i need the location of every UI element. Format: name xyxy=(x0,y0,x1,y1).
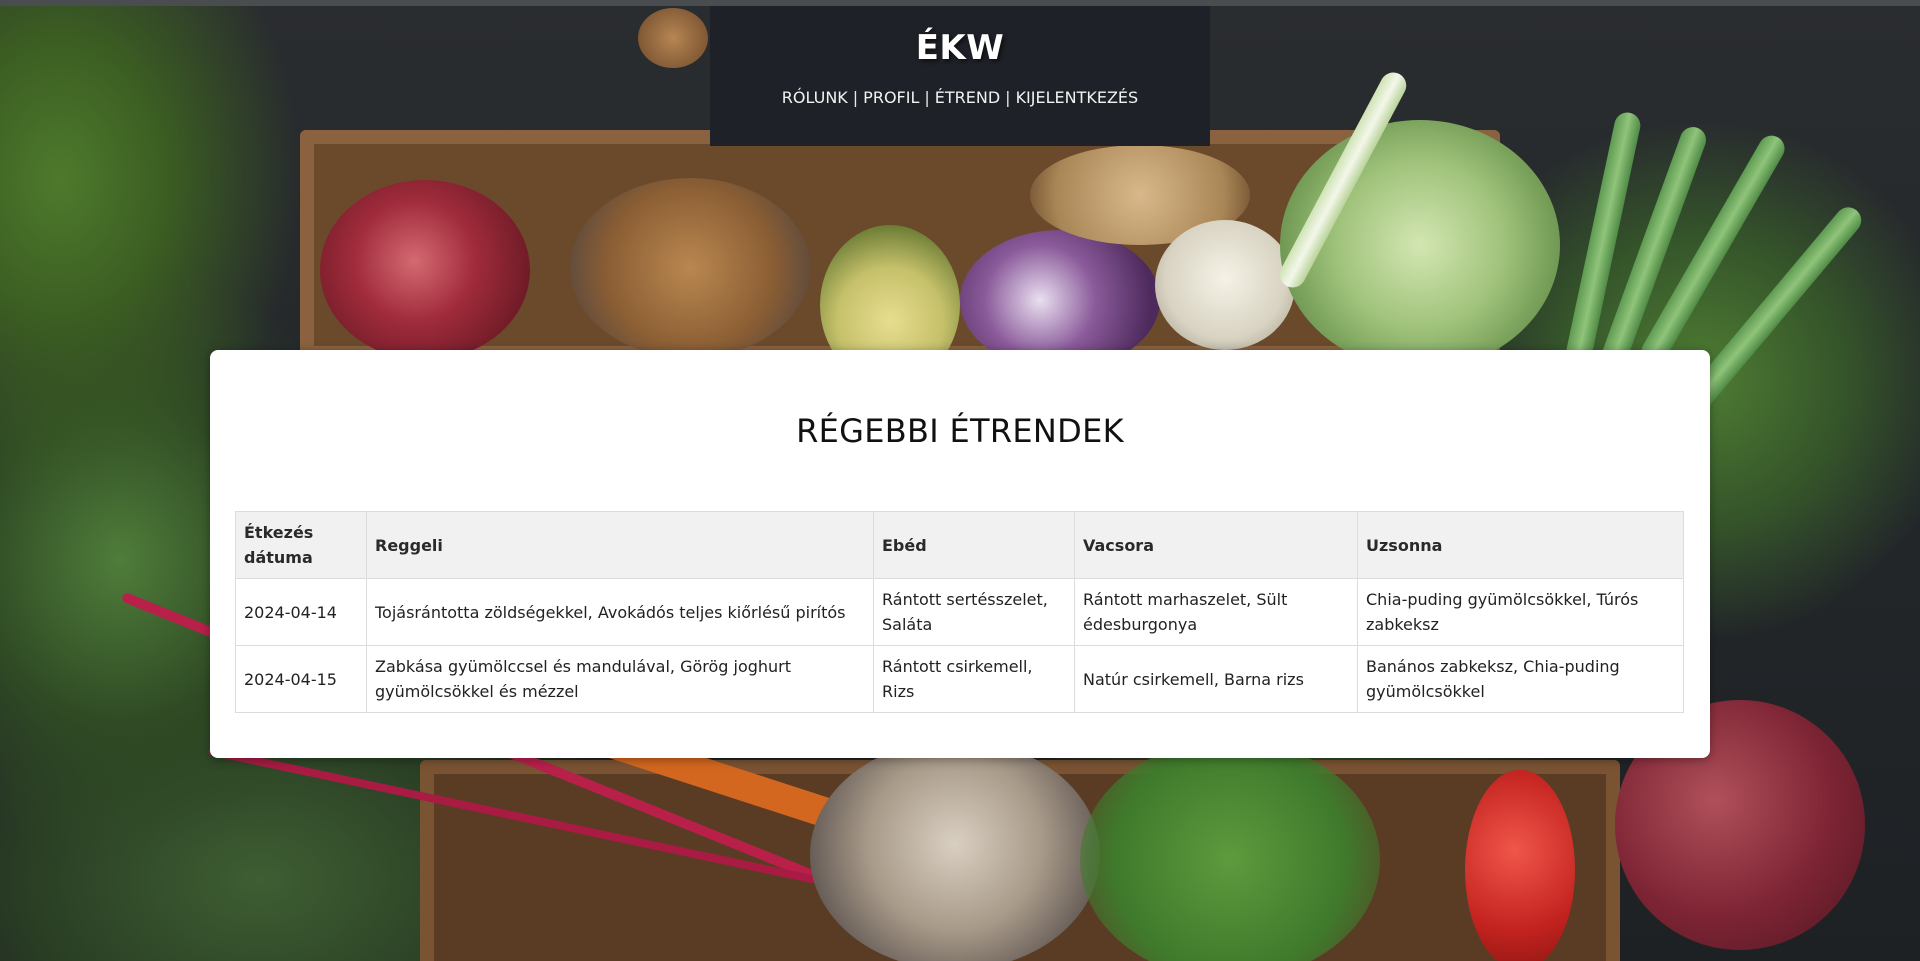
meal-plans-table: Étkezés dátuma Reggeli Ebéd Vacsora Uzso… xyxy=(235,511,1684,713)
cell-snack: Chia-puding gyümölcsökkel, Túrós zabkeks… xyxy=(1357,578,1684,646)
column-header-breakfast: Reggeli xyxy=(366,511,874,579)
page-title: RÉGEBBI ÉTRENDEK xyxy=(796,412,1124,450)
nav-link-rolunk[interactable]: RÓLUNK xyxy=(782,88,848,107)
cell-breakfast: Tojásrántotta zöldségekkel, Avokádós tel… xyxy=(366,578,874,646)
site-logo[interactable]: ÉKW xyxy=(710,28,1210,68)
table-row: 2024-04-14 Tojásrántotta zöldségekkel, A… xyxy=(235,578,1684,646)
cell-dinner: Natúr csirkemell, Barna rizs xyxy=(1074,645,1358,713)
table-row: 2024-04-15 Zabkása gyümölccsel és mandul… xyxy=(235,645,1684,713)
pomegranate-half xyxy=(320,180,530,360)
nav-link-kijelentkezes[interactable]: KIJELENTKEZÉS xyxy=(1016,88,1139,107)
previous-meal-plans-card: RÉGEBBI ÉTRENDEK Étkezés dátuma Reggeli … xyxy=(210,350,1710,758)
column-header-snack: Uzsonna xyxy=(1357,511,1684,579)
nav-separator: | xyxy=(924,88,930,107)
nav-separator: | xyxy=(1005,88,1011,107)
red-cabbage xyxy=(960,230,1160,370)
column-header-lunch: Ebéd xyxy=(873,511,1075,579)
cell-date: 2024-04-14 xyxy=(235,578,367,646)
garlic-bulb xyxy=(1155,220,1295,350)
nav-separator: | xyxy=(852,88,859,107)
site-header: ÉKW RÓLUNK | PROFIL | ÉTREND | KIJELENTKEZÉS xyxy=(710,6,1210,146)
column-header-dinner: Vacsora xyxy=(1074,511,1358,579)
walnut xyxy=(638,8,708,68)
nav-link-etrend[interactable]: ÉTREND xyxy=(935,88,1000,107)
nav-link-profil[interactable]: PROFIL xyxy=(863,88,919,107)
cell-lunch: Rántott csirkemell, Rizs xyxy=(873,645,1075,713)
cell-breakfast: Zabkása gyümölccsel és mandulával, Görög… xyxy=(366,645,874,713)
walnut-bowl xyxy=(570,178,810,358)
quinoa-bowl xyxy=(810,740,1100,961)
red-pepper xyxy=(1465,770,1575,961)
cell-snack: Banános zabkeksz, Chia-puding gyümölcsök… xyxy=(1357,645,1684,713)
main-nav: RÓLUNK | PROFIL | ÉTREND | KIJELENTKEZÉS xyxy=(710,88,1210,107)
table-header-row: Étkezés dátuma Reggeli Ebéd Vacsora Uzso… xyxy=(235,511,1684,579)
column-header-date: Étkezés dátuma xyxy=(235,511,367,579)
cell-date: 2024-04-15 xyxy=(235,645,367,713)
cell-lunch: Rántott sertésszelet, Saláta xyxy=(873,578,1075,646)
cell-dinner: Rántott marhaszelet, Sült édesburgonya xyxy=(1074,578,1358,646)
